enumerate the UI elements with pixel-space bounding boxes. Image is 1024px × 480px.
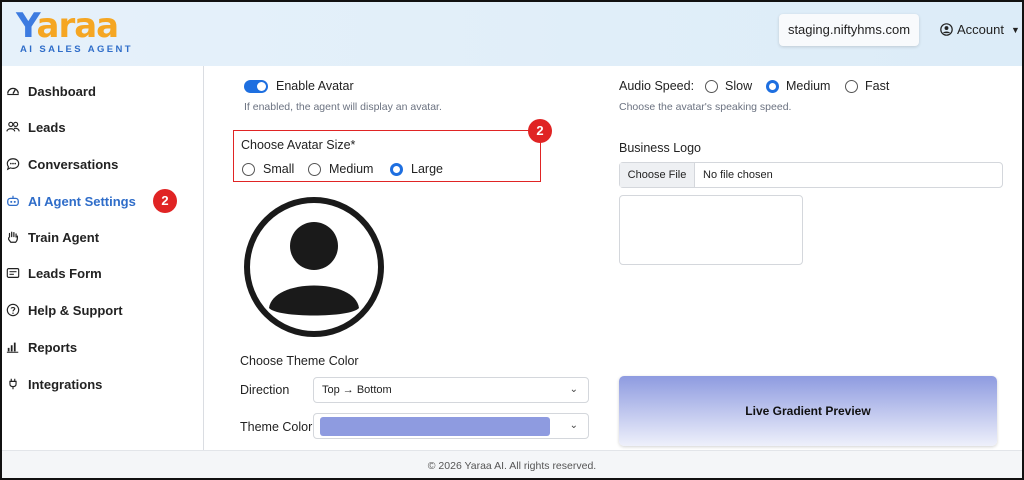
sidebar-step-badge: 2 [153,189,177,213]
logo-wordmark: Yaraa [16,6,119,46]
form-icon [6,268,20,278]
direction-value: Top → Bottom [322,384,392,396]
chat-icon [6,158,20,171]
speed-radio-medium[interactable] [766,80,779,93]
domain-chip[interactable]: staging.niftyhms.com [779,14,919,46]
plug-icon [9,378,17,390]
bar-chart-icon [6,342,19,353]
enable-avatar-toggle[interactable] [244,80,268,93]
chevron-down-icon: ⌄ [569,384,578,395]
size-option-large: Large [411,162,443,176]
brand-logo[interactable]: Yaraa AI SALES AGENT [14,4,134,56]
size-radio-small[interactable] [242,163,255,176]
sidebar-item-dashboard[interactable]: Dashboard [6,80,96,102]
size-radio-large[interactable] [390,163,403,176]
chevron-down-icon: ⌄ [569,420,578,431]
sidebar-item-conversations[interactable]: Conversations [6,153,118,175]
file-status: No file chosen [703,169,773,181]
enable-avatar-help: If enabled, the agent will display an av… [244,101,442,113]
business-logo-label: Business Logo [619,141,702,155]
sidebar-item-help-support[interactable]: Help & Support [6,299,123,321]
choose-file-button[interactable]: Choose File [620,163,695,187]
audio-speed-help: Choose the avatar's speaking speed. [619,101,792,113]
dashboard-icon [7,87,19,96]
theme-color-label: Theme Color [240,420,313,434]
avatar-size-step-badge: 2 [528,119,552,143]
user-circle-icon [940,23,953,36]
sidebar-item-train-agent[interactable]: Train Agent [6,226,99,248]
speed-option-slow: Slow [725,79,753,93]
sidebar-item-reports[interactable]: Reports [6,336,77,358]
theme-color-swatch[interactable] [320,417,550,436]
footer: © 2026 Yaraa AI. All rights reserved. [0,450,1024,480]
speed-option-fast: Fast [865,79,890,93]
avatar-size-label: Choose Avatar Size* [241,138,356,152]
robot-icon [7,195,19,207]
help-icon [6,303,20,317]
speed-radio-slow[interactable] [705,80,718,93]
business-logo-file-input[interactable]: Choose File No file chosen [619,162,1003,188]
size-radio-medium[interactable] [308,163,321,176]
speed-radio-fast[interactable] [845,80,858,93]
business-logo-preview [619,195,803,265]
logo-tagline: AI SALES AGENT [20,44,133,55]
sidebar-item-ai-agent-settings[interactable]: AI Agent Settings [6,190,136,212]
top-header: Yaraa AI SALES AGENT staging.niftyhms.co… [0,0,1024,66]
hand-icon [7,231,18,243]
size-option-small: Small [263,162,295,176]
theme-section-label: Choose Theme Color [240,354,359,368]
sidebar-item-integrations[interactable]: Integrations [6,373,102,395]
users-icon [6,121,20,132]
audio-speed-label: Audio Speed: [619,79,695,93]
direction-select[interactable]: Top → Bottom ⌄ [313,377,589,403]
size-option-medium: Medium [329,162,374,176]
sidebar-item-leads-form[interactable]: Leads Form [6,262,102,284]
enable-avatar-label: Enable Avatar [276,79,354,93]
avatar-preview-icon [244,197,384,337]
live-gradient-preview: Live Gradient Preview [619,376,997,446]
direction-label: Direction [240,383,290,397]
speed-option-medium: Medium [786,79,831,93]
sidebar-item-leads[interactable]: Leads [6,116,66,138]
caret-down-icon: ▼ [1010,24,1020,35]
account-menu[interactable]: Account ▼ [940,22,1020,37]
account-label: Account [957,22,1004,37]
